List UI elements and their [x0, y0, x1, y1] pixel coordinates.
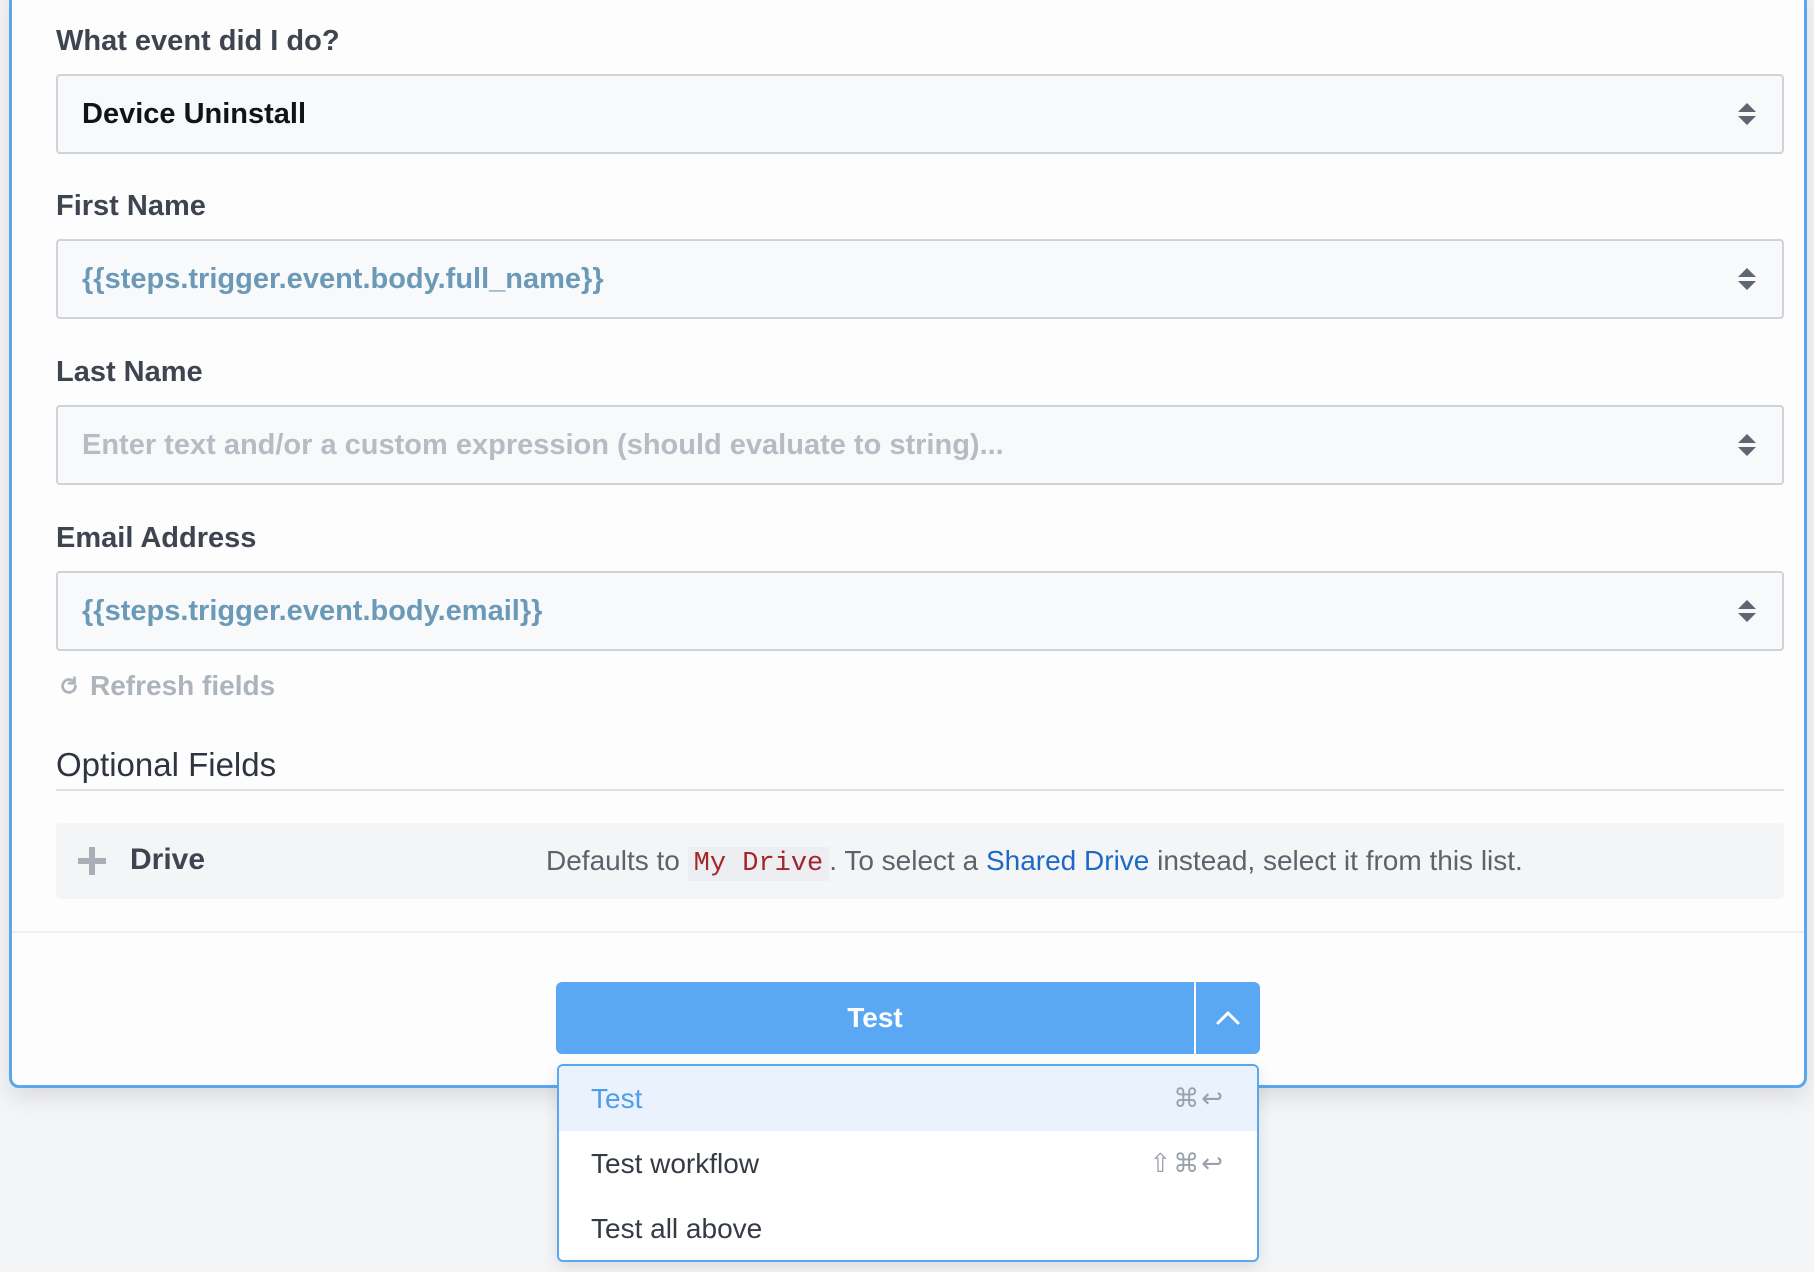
drive-description: Defaults to My Drive. To select a Shared…	[546, 845, 1523, 881]
refresh-fields-button[interactable]: Refresh fields	[58, 670, 275, 702]
test-options-toggle[interactable]	[1196, 982, 1260, 1054]
drive-label: Drive	[130, 843, 206, 876]
optional-fields-title: Optional Fields	[56, 746, 277, 783]
drive-desc-code: My Drive	[687, 847, 830, 881]
menu-item-test[interactable]: Test ⌘↩	[559, 1066, 1257, 1131]
event-label: What event did I do?	[56, 25, 340, 57]
shared-drive-link[interactable]: Shared Drive	[986, 845, 1149, 876]
last-name-label: Last Name	[56, 356, 203, 388]
test-button[interactable]: Test	[556, 982, 1194, 1054]
select-arrows-icon	[1738, 431, 1756, 459]
menu-item-label: Test workflow	[591, 1147, 760, 1179]
select-arrows-icon	[1738, 265, 1756, 293]
first-name-field[interactable]: {{steps.trigger.event.body.full_name}}	[56, 239, 1784, 319]
optional-field-drive[interactable]: Drive Defaults to My Drive. To select a …	[56, 823, 1784, 899]
last-name-placeholder: Enter text and/or a custom expression (s…	[82, 428, 1004, 461]
shortcut-hint: ⇧⌘↩	[1149, 1148, 1225, 1179]
menu-item-label: Test all above	[591, 1212, 763, 1244]
select-arrows-icon	[1738, 597, 1756, 625]
refresh-fields-label: Refresh fields	[90, 670, 276, 701]
select-arrows-icon	[1738, 100, 1756, 128]
first-name-value: {{steps.trigger.event.body.full_name}}	[82, 262, 604, 295]
menu-item-test-workflow[interactable]: Test workflow ⇧⌘↩	[559, 1131, 1257, 1196]
plus-icon[interactable]	[78, 847, 106, 875]
email-value: {{steps.trigger.event.body.email}}	[82, 594, 543, 627]
menu-item-test-all-above[interactable]: Test all above	[559, 1196, 1257, 1260]
first-name-label: First Name	[56, 190, 206, 222]
email-label: Email Address	[56, 522, 257, 554]
drive-desc-prefix: Defaults to	[546, 845, 680, 876]
event-select-value: Device Uninstall	[82, 97, 307, 130]
event-select[interactable]: Device Uninstall	[56, 74, 1784, 154]
last-name-field[interactable]: Enter text and/or a custom expression (s…	[56, 405, 1784, 485]
drive-desc-suffix: instead, select it from this list.	[1157, 845, 1523, 876]
refresh-icon	[61, 676, 77, 694]
step-config-panel: What event did I do? Device Uninstall Fi…	[9, 0, 1807, 1088]
menu-item-label: Test	[591, 1082, 643, 1114]
shortcut-hint: ⌘↩	[1173, 1083, 1225, 1114]
drive-desc-mid: . To select a	[829, 845, 979, 876]
chevron-up-icon	[1216, 1011, 1240, 1025]
test-options-menu: Test ⌘↩ Test workflow ⇧⌘↩ Test all above	[557, 1064, 1259, 1262]
optional-divider	[56, 789, 1784, 791]
email-field[interactable]: {{steps.trigger.event.body.email}}	[56, 571, 1784, 651]
footer-divider	[12, 931, 1804, 933]
